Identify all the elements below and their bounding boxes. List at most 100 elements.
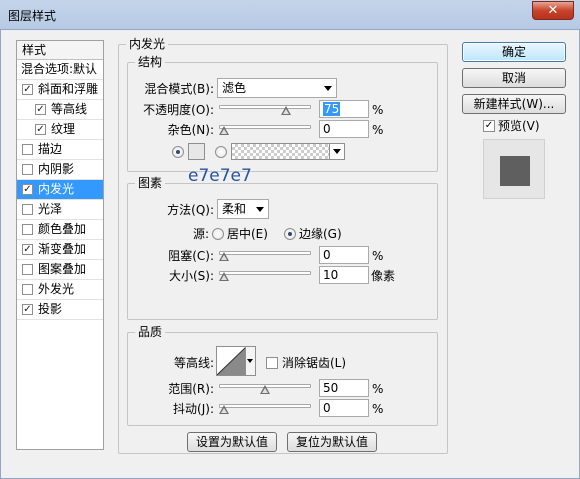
range-slider[interactable] bbox=[219, 381, 311, 395]
chevron-down-icon bbox=[256, 207, 264, 212]
blend-mode-label: 混合模式(B): bbox=[144, 82, 214, 96]
contour-linear-icon bbox=[217, 347, 246, 375]
style-item[interactable]: ✓ 内发光 bbox=[17, 180, 103, 200]
style-item-checkbox[interactable] bbox=[22, 264, 33, 275]
style-preview bbox=[483, 139, 545, 199]
jitter-slider[interactable] bbox=[219, 401, 311, 415]
opacity-input[interactable]: 75 bbox=[319, 100, 369, 118]
style-item-label: 投影 bbox=[38, 302, 63, 316]
style-item-checkbox[interactable] bbox=[22, 224, 33, 235]
style-item-label: 等高线 bbox=[51, 102, 88, 116]
jitter-slider-track bbox=[219, 404, 311, 408]
style-item-label: 斜面和浮雕 bbox=[38, 82, 99, 96]
source-center-radio[interactable] bbox=[212, 228, 224, 240]
solid-color-radio[interactable] bbox=[172, 146, 184, 158]
quality-legend: 品质 bbox=[135, 325, 166, 339]
style-item[interactable]: ✓ 斜面和浮雕 bbox=[17, 80, 103, 100]
opacity-slider[interactable] bbox=[219, 102, 311, 116]
anti-alias-checkbox[interactable] bbox=[266, 357, 278, 369]
choke-slider-track bbox=[219, 251, 311, 255]
style-item[interactable]: ✓ 渐变叠加 bbox=[17, 240, 103, 260]
preview-label[interactable]: 预览(V) bbox=[498, 118, 540, 134]
ok-button[interactable]: 确定 bbox=[462, 42, 566, 62]
gradient-picker[interactable] bbox=[231, 143, 345, 160]
style-item-checkbox[interactable] bbox=[22, 144, 33, 155]
choke-slider[interactable] bbox=[219, 248, 311, 262]
source-edge-label[interactable]: 边缘(G) bbox=[299, 226, 342, 242]
style-item-checkbox[interactable] bbox=[22, 204, 33, 215]
style-item[interactable]: 内阴影 bbox=[17, 160, 103, 180]
range-slider-thumb[interactable] bbox=[260, 385, 270, 395]
noise-slider[interactable] bbox=[219, 122, 311, 136]
chevron-down-icon bbox=[324, 86, 332, 91]
contour-label: 等高线: bbox=[173, 356, 214, 370]
style-item[interactable]: 颜色叠加 bbox=[17, 220, 103, 240]
jitter-percent-sign: % bbox=[372, 402, 384, 416]
size-slider-track bbox=[219, 271, 311, 275]
size-slider-thumb[interactable] bbox=[219, 272, 229, 282]
size-slider[interactable] bbox=[219, 268, 311, 282]
style-item[interactable]: 光泽 bbox=[17, 200, 103, 220]
noise-label: 杂色(N): bbox=[167, 123, 214, 137]
style-item-checkbox[interactable]: ✓ bbox=[35, 124, 46, 135]
style-item-checkbox[interactable]: ✓ bbox=[22, 304, 33, 315]
style-item[interactable]: ✓ 纹理 bbox=[17, 120, 103, 140]
style-item-checkbox[interactable]: ✓ bbox=[22, 84, 33, 95]
style-item-checkbox[interactable] bbox=[22, 164, 33, 175]
style-list: 样式 混合选项:默认 ✓ 斜面和浮雕 ✓ 等高线 ✓ 纹理 描边 内阴影 ✓ 内发光 光泽 颜色叠加 ✓… bbox=[16, 40, 104, 450]
cancel-button[interactable]: 取消 bbox=[462, 68, 566, 88]
range-label: 范围(R): bbox=[168, 382, 214, 396]
style-item[interactable]: ✓ 等高线 bbox=[17, 100, 103, 120]
style-item-checkbox[interactable]: ✓ bbox=[22, 244, 33, 255]
gradient-radio[interactable] bbox=[215, 146, 227, 158]
anti-alias-label[interactable]: 消除锯齿(L) bbox=[282, 355, 346, 371]
style-item-checkbox[interactable]: ✓ bbox=[35, 104, 46, 115]
range-input[interactable]: 50 bbox=[319, 379, 369, 397]
size-unit: 像素 bbox=[371, 269, 396, 283]
set-default-button[interactable]: 设置为默认值 bbox=[187, 432, 277, 452]
noise-percent-sign: % bbox=[372, 123, 384, 137]
jitter-slider-thumb[interactable] bbox=[219, 405, 229, 415]
style-item-checkbox[interactable]: ✓ bbox=[22, 184, 33, 195]
dialog-content: 样式 混合选项:默认 ✓ 斜面和浮雕 ✓ 等高线 ✓ 纹理 描边 内阴影 ✓ 内发光 光泽 颜色叠加 ✓… bbox=[0, 30, 580, 479]
style-item[interactable]: ✓ 投影 bbox=[17, 300, 103, 320]
opacity-slider-thumb[interactable] bbox=[281, 106, 291, 116]
reset-default-button[interactable]: 复位为默认值 bbox=[287, 432, 377, 452]
source-center-label[interactable]: 居中(E) bbox=[227, 226, 268, 242]
choke-slider-thumb[interactable] bbox=[219, 252, 229, 262]
style-item-label: 光泽 bbox=[38, 202, 63, 216]
chevron-down-icon[interactable] bbox=[245, 347, 255, 375]
new-style-button[interactable]: 新建样式(W)... bbox=[462, 94, 566, 114]
choke-input[interactable]: 0 bbox=[319, 246, 369, 264]
method-value: 柔和 bbox=[222, 202, 247, 216]
style-list-header[interactable]: 样式 bbox=[17, 41, 103, 60]
range-percent-sign: % bbox=[372, 382, 384, 396]
elements-legend: 图素 bbox=[135, 176, 166, 190]
choke-percent-sign: % bbox=[372, 249, 384, 263]
close-button[interactable]: ✕ bbox=[532, 1, 574, 20]
method-label: 方法(Q): bbox=[167, 203, 214, 217]
blend-mode-select[interactable]: 滤色 bbox=[217, 78, 337, 98]
contour-picker[interactable] bbox=[216, 346, 256, 376]
jitter-label: 抖动(J): bbox=[173, 402, 214, 416]
jitter-input[interactable]: 0 bbox=[319, 399, 369, 417]
noise-slider-thumb[interactable] bbox=[219, 126, 229, 136]
method-select[interactable]: 柔和 bbox=[217, 199, 269, 219]
style-item-label: 内发光 bbox=[38, 182, 75, 196]
style-item[interactable]: 描边 bbox=[17, 140, 103, 160]
chevron-down-icon[interactable] bbox=[329, 144, 344, 159]
style-item-label: 外发光 bbox=[38, 282, 75, 296]
style-item-label: 纹理 bbox=[51, 122, 76, 136]
style-item[interactable]: 外发光 bbox=[17, 280, 103, 300]
glow-color-swatch[interactable] bbox=[188, 143, 205, 160]
source-edge-radio[interactable] bbox=[284, 228, 296, 240]
preview-checkbox[interactable]: ✓ bbox=[483, 120, 495, 132]
size-input[interactable]: 10 bbox=[319, 266, 369, 284]
style-item[interactable]: 图案叠加 bbox=[17, 260, 103, 280]
choke-label: 阻塞(C): bbox=[168, 249, 214, 263]
blend-options-item[interactable]: 混合选项:默认 bbox=[17, 60, 103, 80]
style-item-checkbox[interactable] bbox=[22, 284, 33, 295]
style-item-label: 内阴影 bbox=[38, 162, 75, 176]
noise-input[interactable]: 0 bbox=[319, 120, 369, 138]
style-item-label: 渐变叠加 bbox=[38, 242, 87, 256]
